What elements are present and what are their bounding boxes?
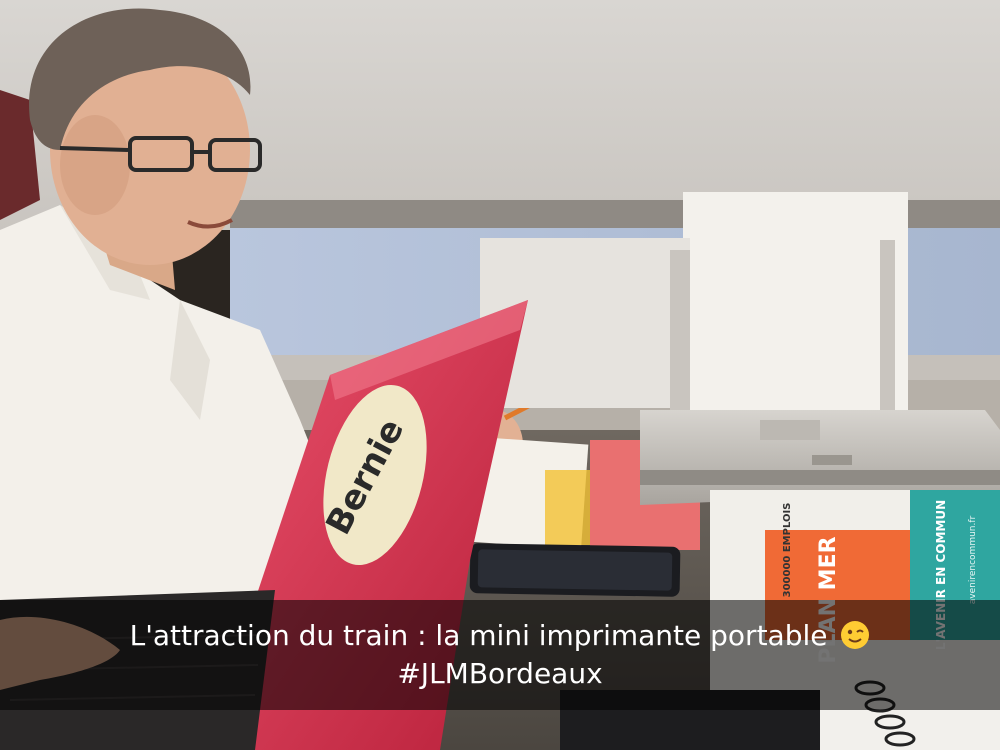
flyer-link-text: avenirencommun.fr bbox=[968, 515, 978, 604]
caption-text: L'attraction du train : la mini impriman… bbox=[129, 619, 828, 652]
winking-face-icon bbox=[841, 621, 870, 649]
flyer-number-text: 300000 EMPLOIS bbox=[782, 503, 793, 598]
photo-scene: PLAN MER L'AVENIR EN COMMUN 300000 EMPLO… bbox=[0, 0, 1000, 750]
caption-line-2: #JLMBordeaux bbox=[397, 657, 603, 690]
caption-line-1: L'attraction du train : la mini impriman… bbox=[130, 617, 871, 655]
snapchat-caption-bar: L'attraction du train : la mini impriman… bbox=[0, 600, 1000, 710]
printer-paper-sheet bbox=[683, 192, 908, 417]
